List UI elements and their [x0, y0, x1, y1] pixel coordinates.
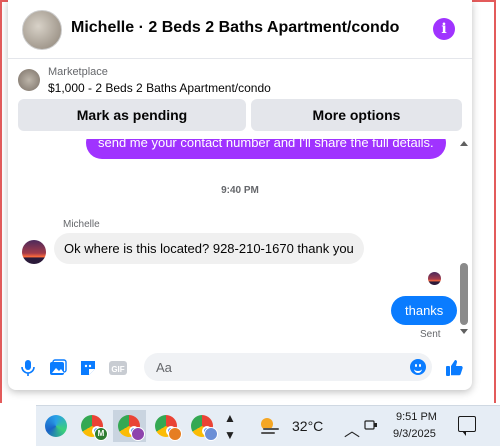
notifications-icon[interactable] [458, 416, 476, 436]
windows-taskbar: M ▲ ▼ 32°C ︿ 9:51 PM 9/3/2025 [36, 405, 500, 446]
incoming-message[interactable]: Ok where is this located? 928-210-1670 t… [54, 233, 364, 264]
avatar[interactable] [22, 10, 62, 50]
info-icon[interactable]: i [433, 18, 455, 40]
message-composer: GIF [8, 349, 472, 390]
sender-name: Michelle [63, 219, 100, 230]
weather-icon[interactable] [259, 415, 281, 437]
message-input[interactable] [144, 353, 432, 381]
weather-temperature[interactable]: 32°C [292, 418, 323, 434]
listing-title[interactable]: $1,000 - 2 Beds 2 Baths Apartment/condo [48, 81, 271, 95]
microphone-icon[interactable] [18, 358, 38, 378]
taskbar-chrome-2[interactable] [113, 410, 146, 442]
photo-icon[interactable] [48, 358, 68, 378]
profile-badge [168, 427, 182, 441]
chat-title[interactable]: Michelle · 2 Beds 2 Baths Apartment/cond… [71, 19, 399, 37]
show-hidden-icons-icon[interactable]: ︿ [344, 417, 360, 441]
emoji-mouth [414, 367, 422, 373]
scrollbar[interactable] [458, 139, 470, 349]
taskbar-chrome-1[interactable]: M [76, 410, 109, 442]
gif-icon[interactable]: GIF [108, 358, 128, 378]
scroll-down-arrow-icon[interactable] [460, 329, 468, 334]
emoji-icon[interactable] [410, 359, 426, 375]
marketplace-label: Marketplace [48, 66, 108, 78]
taskbar-scroll-up-icon[interactable]: ▲ [224, 411, 236, 425]
scroll-up-arrow-icon[interactable] [460, 141, 468, 146]
taskbar-scroll-down-icon[interactable]: ▼ [224, 428, 236, 442]
chat-header: Michelle · 2 Beds 2 Baths Apartment/cond… [8, 0, 472, 59]
message-timestamp: 9:40 PM [221, 185, 259, 196]
profile-badge [204, 427, 218, 441]
outgoing-message[interactable]: send me your contact number and I'll sha… [86, 139, 446, 159]
gif-label: GIF [111, 365, 124, 374]
chat-window: Michelle · 2 Beds 2 Baths Apartment/cond… [8, 0, 472, 390]
taskbar-edge[interactable] [40, 410, 73, 442]
sender-avatar[interactable] [22, 240, 46, 264]
taskbar-chrome-3[interactable] [150, 410, 183, 442]
sticker-icon[interactable] [78, 358, 98, 378]
profile-badge: M [94, 427, 108, 441]
clock-date[interactable]: 9/3/2025 [393, 428, 436, 440]
sent-status: Sent [420, 329, 441, 340]
clock-time[interactable]: 9:51 PM [396, 411, 437, 423]
sent-message[interactable]: thanks [391, 296, 458, 325]
taskbar-chrome-4[interactable] [186, 410, 219, 442]
read-receipt-avatar [428, 272, 441, 285]
edge-icon [45, 415, 67, 437]
more-options-button[interactable]: More options [251, 99, 462, 131]
message-list[interactable]: send me your contact number and I'll sha… [8, 139, 472, 349]
network-icon[interactable] [364, 418, 378, 432]
profile-badge [131, 427, 145, 441]
mark-as-pending-button[interactable]: Mark as pending [18, 99, 246, 131]
like-icon[interactable] [444, 358, 464, 378]
marketplace-banner: Marketplace $1,000 - 2 Beds 2 Baths Apar… [8, 59, 472, 139]
listing-thumbnail[interactable] [18, 69, 40, 91]
scroll-thumb[interactable] [460, 263, 468, 325]
